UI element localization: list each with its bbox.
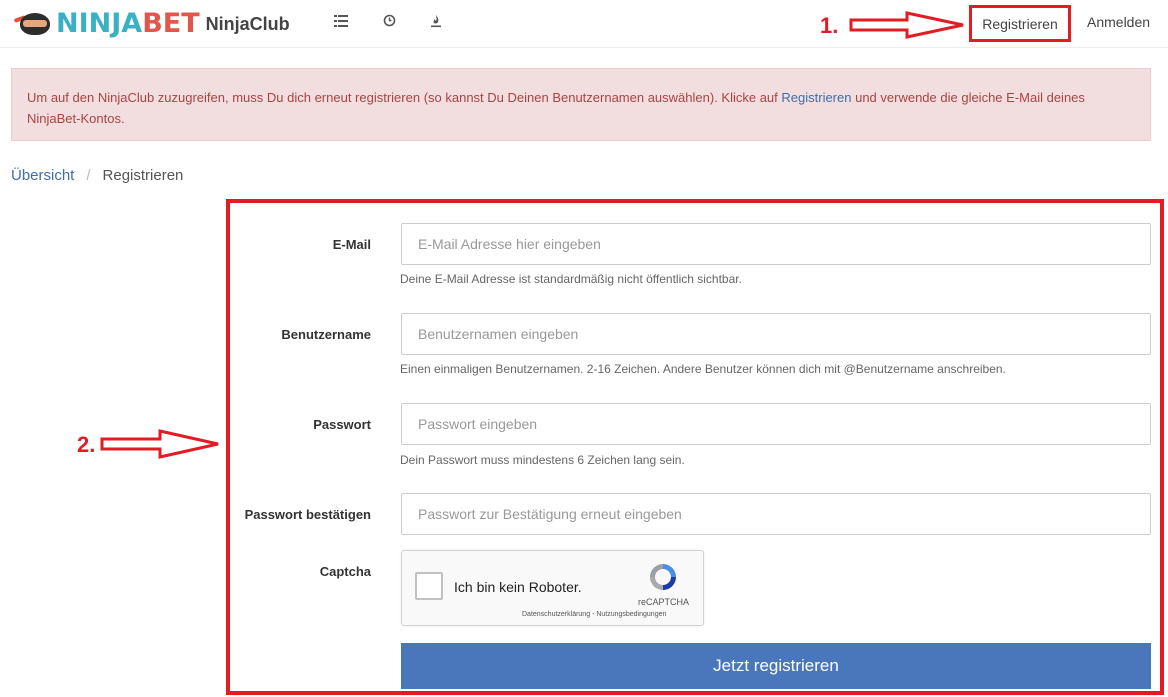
password-confirm-label: Passwort bestätigen <box>244 507 371 522</box>
recaptcha-brand: reCAPTCHA <box>638 597 690 607</box>
breadcrumb-current: Registrieren <box>102 167 184 184</box>
email-field[interactable]: E-Mail Adresse hier eingeben <box>401 223 1151 265</box>
captcha-label: Captcha <box>319 564 371 579</box>
ninja-mascot-icon <box>13 9 56 39</box>
annotation-step-2: 2. <box>77 432 96 457</box>
alert-register-link[interactable]: Registrieren <box>781 90 851 105</box>
clock-icon[interactable] <box>380 14 398 32</box>
password-label: Passwort <box>313 417 371 432</box>
password-field[interactable]: Passwort eingeben <box>401 403 1151 445</box>
list-icon[interactable] <box>332 14 350 32</box>
register-nav-label: Registrieren <box>982 15 1058 32</box>
email-label: E-Mail <box>332 237 371 252</box>
breadcrumb: Übersicht / Registrieren <box>11 167 183 184</box>
recaptcha-checkbox[interactable] <box>415 572 443 600</box>
recaptcha-widget: Ich bin kein Roboter. reCAPTCHA Datensch… <box>401 550 704 626</box>
email-help-text: Deine E-Mail Adresse ist standardmäßig n… <box>400 272 742 286</box>
username-help-text: Einen einmaligen Benutzernamen. 2-16 Zei… <box>400 362 1006 376</box>
password-placeholder: Passwort eingeben <box>418 416 538 432</box>
recaptcha-logo-icon <box>650 564 676 590</box>
username-label: Benutzername <box>281 327 371 342</box>
email-placeholder: E-Mail Adresse hier eingeben <box>418 236 601 252</box>
top-navbar: NINJABET NinjaClub Registrieren Anmelden <box>0 0 1168 48</box>
annotation-arrow-1 <box>849 11 964 39</box>
login-nav-link[interactable]: Anmelden <box>1087 14 1150 30</box>
register-submit-button[interactable]: Jetzt registrieren <box>401 643 1151 689</box>
username-placeholder: Benutzernamen eingeben <box>418 326 579 342</box>
breadcrumb-home-link[interactable]: Übersicht <box>11 167 74 184</box>
username-field[interactable]: Benutzernamen eingeben <box>401 313 1151 355</box>
site-logo[interactable]: NINJABET NinjaClub <box>13 8 290 40</box>
recaptcha-links[interactable]: Datenschutzerklärung - Nutzungsbedingung… <box>522 611 666 618</box>
register-nav-button[interactable]: Registrieren <box>969 5 1071 42</box>
alert-text-start: Um auf den NinjaClub zuzugreifen, muss D… <box>27 90 782 105</box>
annotation-arrow-2 <box>100 429 219 459</box>
club-label: NinjaClub <box>205 13 290 34</box>
recaptcha-text: Ich bin kein Roboter. <box>454 579 582 595</box>
flame-icon[interactable] <box>427 14 445 32</box>
password-confirm-field[interactable]: Passwort zur Bestätigung erneut eingeben <box>401 493 1151 535</box>
password-confirm-placeholder: Passwort zur Bestätigung erneut eingeben <box>418 506 682 522</box>
password-help-text: Dein Passwort muss mindestens 6 Zeichen … <box>400 453 685 467</box>
annotation-step-1: 1. <box>820 13 839 38</box>
breadcrumb-separator: / <box>86 167 91 184</box>
info-alert: Um auf den NinjaClub zuzugreifen, muss D… <box>11 68 1151 141</box>
brand-wordmark: NINJABET <box>56 8 200 39</box>
